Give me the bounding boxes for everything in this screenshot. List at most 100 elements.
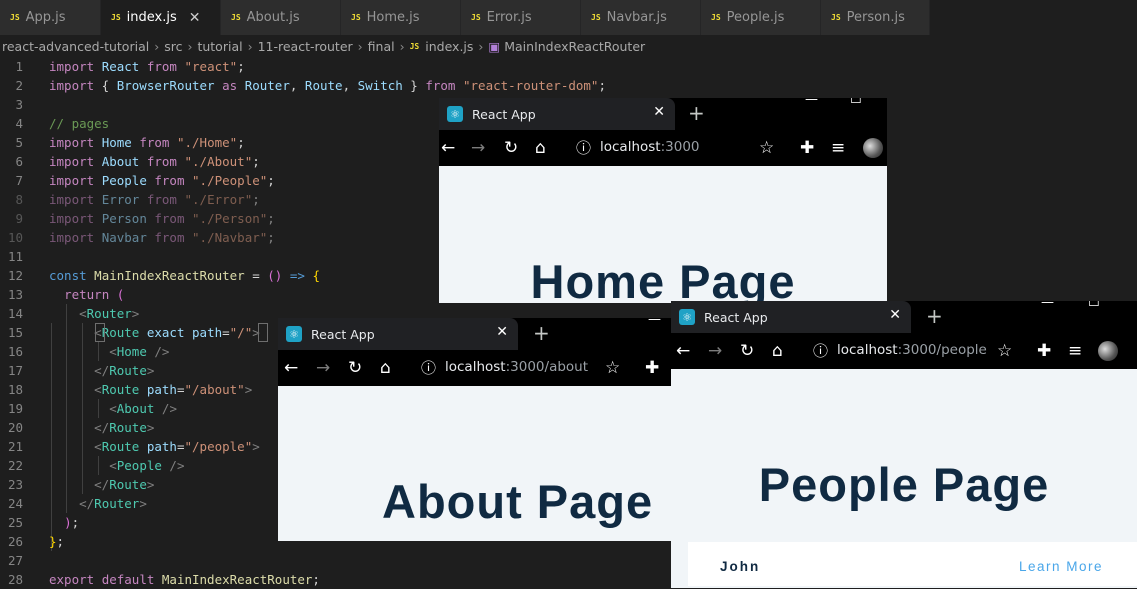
new-tab-icon[interactable]: +	[926, 304, 943, 328]
forward-icon[interactable]: →	[708, 341, 722, 361]
line-number: 25	[7, 515, 23, 530]
media-icon[interactable]: ≡	[1068, 341, 1082, 361]
line-number: 12	[7, 268, 23, 283]
info-icon[interactable]: ⓘ	[813, 341, 828, 361]
media-icon[interactable]: ≡	[831, 138, 845, 158]
editor-tab-bar: JS App.js JS index.js ✕ JS About.js JS Home.j…	[0, 0, 930, 35]
js-file-icon: JS	[711, 13, 721, 22]
js-file-icon: JS	[231, 13, 241, 22]
js-file-icon: JS	[351, 13, 361, 22]
breadcrumb-item[interactable]: react-advanced-tutorial	[2, 39, 149, 54]
tab-label: App.js	[25, 10, 66, 25]
code-line: 1 import React from "react";	[0, 57, 930, 76]
avatar[interactable]	[863, 138, 883, 158]
browser-tab-title: React App	[311, 326, 375, 342]
tab-person-js[interactable]: JS Person.js	[821, 0, 930, 35]
bookmark-star-icon[interactable]: ☆	[605, 358, 620, 378]
forward-icon[interactable]: →	[471, 138, 485, 158]
browser-toolbar: ← → ↻ ⌂ ⓘ localhost:3000/about ☆ ✚	[278, 350, 671, 386]
breadcrumb-item[interactable]: src	[164, 39, 182, 54]
line-number: 2	[15, 78, 23, 93]
reload-icon[interactable]: ↻	[740, 341, 754, 361]
line-number: 27	[7, 553, 23, 568]
tab-navbar-js[interactable]: JS Navbar.js	[581, 0, 701, 35]
browser-window-about: ⚛ React App ✕ + — ← → ↻ ⌂ ⓘ localhost:30…	[278, 318, 671, 541]
address-bar[interactable]: localhost:3000/about	[445, 359, 588, 375]
browser-tab[interactable]: ⚛ React App ✕	[278, 318, 518, 350]
tab-index-js[interactable]: JS index.js ✕	[101, 0, 221, 35]
breadcrumb-item[interactable]: index.js	[425, 39, 473, 54]
line-number: 6	[15, 154, 23, 169]
line-number: 21	[7, 439, 23, 454]
forward-icon[interactable]: →	[316, 358, 330, 378]
tab-app-js[interactable]: JS App.js	[0, 0, 101, 35]
new-tab-icon[interactable]: +	[688, 101, 705, 125]
bracket-match-box	[95, 323, 105, 342]
browser-tab[interactable]: ⚛ React App ✕	[439, 98, 675, 130]
home-icon[interactable]: ⌂	[772, 341, 783, 361]
close-icon[interactable]: ✕	[653, 104, 665, 120]
breadcrumb-item[interactable]: MainIndexReactRouter	[504, 39, 645, 54]
reload-icon[interactable]: ↻	[504, 138, 518, 158]
extensions-icon[interactable]: ✚	[645, 358, 659, 378]
home-icon[interactable]: ⌂	[380, 358, 391, 378]
chevron-right-icon: ›	[247, 38, 253, 54]
bracket-match-box	[258, 323, 268, 342]
react-icon: ⚛	[679, 309, 695, 325]
chevron-right-icon: ›	[187, 38, 193, 54]
close-icon[interactable]: ✕	[889, 307, 901, 323]
minimize-icon[interactable]: —	[1041, 301, 1054, 310]
address-bar[interactable]: localhost:3000/people	[837, 342, 987, 358]
home-icon[interactable]: ⌂	[535, 138, 546, 158]
back-icon[interactable]: ←	[676, 341, 690, 361]
page-title: Home Page	[530, 255, 796, 303]
react-icon: ⚛	[286, 326, 302, 342]
line-number: 15	[7, 325, 23, 340]
chevron-right-icon: ›	[357, 38, 363, 54]
chevron-right-icon: ›	[478, 38, 484, 54]
tab-people-js[interactable]: JS People.js	[701, 0, 821, 35]
js-file-icon: JS	[831, 13, 841, 22]
close-icon[interactable]: ✕	[496, 324, 508, 340]
breadcrumb-item[interactable]: final	[368, 39, 395, 54]
line-number: 28	[7, 572, 23, 587]
browser-toolbar: ← → ↻ ⌂ ⓘ localhost:3000/people ☆ ✚ ≡	[671, 333, 1137, 369]
bookmark-star-icon[interactable]: ☆	[997, 341, 1012, 361]
breadcrumb-item[interactable]: 11-react-router	[258, 39, 353, 54]
new-tab-icon[interactable]: +	[533, 321, 550, 345]
line-number: 8	[15, 192, 23, 207]
back-icon[interactable]: ←	[284, 358, 298, 378]
learn-more-link[interactable]: Learn More	[1019, 559, 1103, 574]
line-number: 10	[7, 230, 23, 245]
close-icon[interactable]: ✕	[189, 10, 201, 26]
address-bar[interactable]: localhost:3000	[600, 139, 700, 155]
minimize-icon[interactable]: —	[805, 98, 818, 107]
info-icon[interactable]: ⓘ	[421, 358, 436, 378]
browser-tab[interactable]: ⚛ React App ✕	[671, 301, 911, 333]
line-number: 9	[15, 211, 23, 226]
tab-label: People.js	[726, 10, 785, 25]
line-number: 17	[7, 363, 23, 378]
js-file-icon: JS	[10, 13, 20, 22]
maximize-icon[interactable]: ☐	[850, 98, 862, 107]
extensions-icon[interactable]: ✚	[800, 138, 814, 158]
extensions-icon[interactable]: ✚	[1037, 341, 1051, 361]
minimize-icon[interactable]: —	[648, 318, 661, 327]
bookmark-star-icon[interactable]: ☆	[759, 138, 774, 158]
tab-about-js[interactable]: JS About.js	[221, 0, 341, 35]
reload-icon[interactable]: ↻	[348, 358, 362, 378]
tab-label: Error.js	[486, 10, 532, 25]
back-icon[interactable]: ←	[441, 138, 455, 158]
avatar[interactable]	[1098, 341, 1118, 361]
browser-tab-strip: ⚛ React App ✕ + — ☐	[671, 301, 1137, 333]
info-icon[interactable]: ⓘ	[576, 138, 591, 158]
tab-home-js[interactable]: JS Home.js	[341, 0, 461, 35]
chevron-right-icon: ›	[154, 38, 160, 54]
tab-error-js[interactable]: JS Error.js	[461, 0, 581, 35]
breadcrumb-item[interactable]: tutorial	[197, 39, 242, 54]
tab-label: Home.js	[366, 10, 420, 25]
line-number: 18	[7, 382, 23, 397]
line-number: 3	[15, 97, 23, 112]
line-number: 16	[7, 344, 23, 359]
maximize-icon[interactable]: ☐	[1088, 301, 1100, 310]
